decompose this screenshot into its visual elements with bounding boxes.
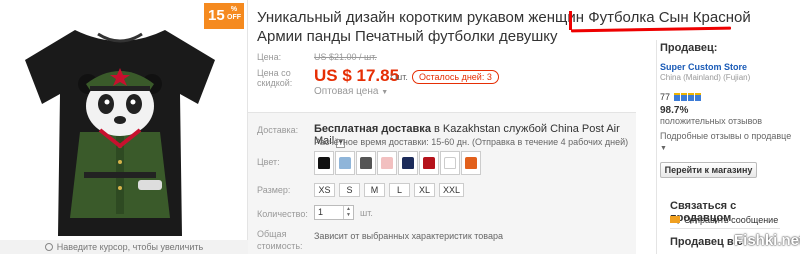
- total-note: Зависит от выбранных характеристик товар…: [314, 231, 503, 241]
- size-option[interactable]: XXL: [439, 183, 465, 197]
- days-left-badge: Осталось дней: 3: [412, 70, 499, 84]
- seller-score: 77: [660, 92, 671, 102]
- sale-price-label-2: скидкой:: [257, 78, 293, 88]
- color-label: Цвет:: [257, 157, 280, 167]
- medal-icon: [673, 93, 680, 101]
- shipping-label: Доставка:: [257, 125, 299, 135]
- sale-price-label-1: Цена со: [257, 68, 291, 78]
- size-options: XS S M L XL XXL: [314, 183, 468, 197]
- magnifier-icon: [44, 243, 53, 251]
- color-swatch[interactable]: [398, 151, 418, 175]
- color-swatches: [314, 151, 482, 175]
- medal-icon: [680, 93, 687, 101]
- store-region: China (Mainland) (Fujian): [660, 73, 751, 82]
- sale-price: US $ 17.85: [314, 66, 400, 85]
- seller-divider: [656, 40, 657, 254]
- old-price: US $21.00 / шт.: [314, 52, 377, 62]
- size-option[interactable]: L: [389, 183, 410, 197]
- size-option[interactable]: M: [364, 183, 385, 197]
- tshirt-icon: [381, 157, 393, 169]
- tshirt-icon: [465, 157, 477, 169]
- watermark: Fishki.net: [734, 232, 800, 249]
- color-swatch[interactable]: [377, 151, 397, 175]
- quantity-stepper[interactable]: ▲ ▼: [343, 206, 353, 219]
- go-to-store-button[interactable]: Перейти к магазину: [660, 162, 757, 178]
- tshirt-icon: [360, 157, 372, 169]
- color-swatch[interactable]: [335, 151, 355, 175]
- medal-icon: [694, 93, 701, 101]
- total-label-2: стоимость:: [257, 241, 303, 251]
- tshirt-icon: [402, 157, 414, 169]
- color-swatch[interactable]: [419, 151, 439, 175]
- wholesale-price-link[interactable]: Оптовая цена ▼: [314, 86, 388, 97]
- product-image-panel: 15 % OFF Наведите курсор, чтобы увеличить: [0, 0, 248, 254]
- divider: [670, 228, 780, 229]
- size-label: Размер:: [257, 185, 291, 195]
- size-option[interactable]: XL: [414, 183, 435, 197]
- chevron-down-icon: ▼: [381, 89, 389, 96]
- free-shipping: Бесплатная доставка: [314, 123, 431, 135]
- color-swatch[interactable]: [356, 151, 376, 175]
- color-swatch[interactable]: [461, 151, 481, 175]
- color-swatch[interactable]: [314, 151, 334, 175]
- seller-details-link[interactable]: Подробные отзывы о продавце ▼: [660, 131, 800, 154]
- medal-icon: [687, 93, 694, 101]
- chevron-down-icon: ▼: [660, 145, 667, 152]
- discount-off-label: % OFF: [227, 6, 241, 21]
- seller-rating: 77: [660, 92, 800, 102]
- positive-feedback-label: положительных отзывов: [660, 116, 763, 126]
- size-option[interactable]: S: [339, 183, 360, 197]
- size-option[interactable]: XS: [314, 183, 335, 197]
- seller-header: Продавец:: [660, 42, 718, 54]
- tshirt-icon: [444, 157, 456, 169]
- envelope-icon: [670, 216, 680, 223]
- positive-feedback: 98.7%: [660, 105, 689, 116]
- total-label-1: Общая: [257, 229, 287, 239]
- price-per-unit: / шт.: [390, 72, 408, 82]
- tshirt-icon: [318, 157, 330, 169]
- zoom-hint: Наведите курсор, чтобы увеличить: [0, 240, 248, 254]
- annotation-bracket: [569, 11, 572, 30]
- old-price-label: Цена:: [257, 52, 282, 62]
- quantity-unit: шт.: [360, 208, 373, 218]
- options-panel: Доставка: Бесплатная доставка в Kazakhst…: [248, 112, 636, 254]
- quantity-label: Количество:: [257, 209, 308, 219]
- seller-panel: Продавец: Super Custom Store China (Main…: [660, 42, 800, 178]
- product-image[interactable]: [20, 22, 220, 240]
- store-name-link[interactable]: Super Custom Store: [660, 62, 800, 72]
- shipping-estimate: Расчётное время доставки: 15-60 дн. (Отп…: [314, 137, 629, 147]
- seller-in-header: Продавец в с: [670, 236, 743, 248]
- tshirt-icon: [423, 157, 435, 169]
- tshirt-icon: [339, 157, 351, 169]
- color-swatch[interactable]: [440, 151, 460, 175]
- send-message-link[interactable]: Отправить сообщение: [670, 215, 778, 225]
